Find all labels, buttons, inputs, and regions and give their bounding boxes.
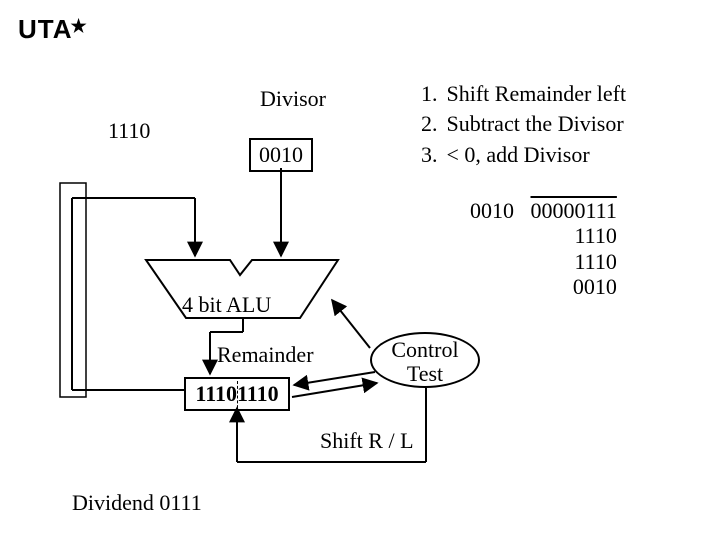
feedback-remainder-to-alu (60, 183, 195, 397)
diagram-svg (0, 0, 720, 540)
arrow-alu-to-remainder (210, 318, 243, 374)
arrow-control-to-alu (332, 300, 370, 348)
arrow-remainder-to-control (292, 383, 377, 397)
alu-shape (146, 260, 338, 318)
shift-control-line (237, 388, 426, 462)
arrow-control-to-remainder (294, 372, 375, 385)
